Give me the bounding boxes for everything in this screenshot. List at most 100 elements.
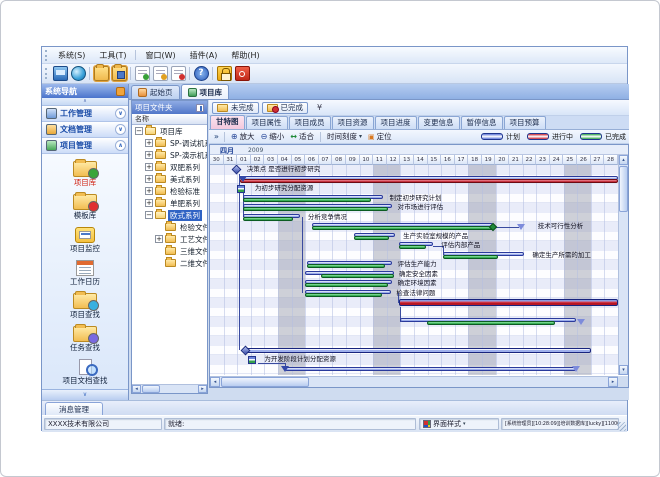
zoom-out-button[interactable]: 缩小: [258, 130, 288, 143]
tree-node-0[interactable]: −项目库: [132, 125, 207, 137]
gantt-bar[interactable]: [312, 223, 493, 230]
scroll-right-icon[interactable]: ▸: [198, 385, 207, 393]
gantt-bar[interactable]: [399, 299, 618, 306]
sidebar-item-5[interactable]: 任务查找: [42, 326, 128, 357]
sidebar-item-0[interactable]: 项目库: [42, 161, 128, 192]
content-tab-7[interactable]: 项目预算: [504, 116, 546, 129]
expand-icon[interactable]: +: [145, 199, 153, 207]
content-tab-4[interactable]: 项目进度: [375, 116, 417, 129]
sidebar-item-1[interactable]: 模板库: [42, 194, 128, 225]
time-scale-dropdown[interactable]: 时间刻度▾: [324, 130, 365, 143]
filter-button-1[interactable]: 已完成: [262, 102, 309, 114]
menu-item-1[interactable]: 工具(T): [92, 49, 133, 62]
locate-button[interactable]: 定位: [365, 130, 395, 143]
gantt-bar[interactable]: [354, 233, 395, 240]
tree-node-6[interactable]: +单肥系列: [132, 197, 207, 209]
expand-icon[interactable]: +: [145, 175, 153, 183]
expand-icon[interactable]: +: [145, 163, 153, 171]
vscroll-thumb[interactable]: [619, 166, 628, 212]
tree-node-4[interactable]: +美式系列: [132, 173, 207, 185]
gantt-bar[interactable]: [245, 347, 590, 354]
resize-grip[interactable]: [617, 422, 626, 431]
content-tab-2[interactable]: 项目成员: [289, 116, 331, 129]
report-delete-icon[interactable]: [171, 66, 186, 81]
sidebar-item-6[interactable]: 项目文档查找: [42, 359, 128, 390]
tree-node-3[interactable]: +双肥系列: [132, 161, 207, 173]
gantt-bar[interactable]: [243, 214, 300, 221]
expand-icon[interactable]: +: [145, 151, 153, 159]
tree-node-2[interactable]: +SP-演示机系列: [132, 149, 207, 161]
tree-node-8[interactable]: 检验文件: [132, 221, 207, 233]
gantt-bar[interactable]: [243, 195, 383, 202]
milestone-task-icon[interactable]: [237, 185, 245, 193]
menu-item-0[interactable]: 系统(S): [51, 49, 92, 62]
expand-icon[interactable]: +: [145, 187, 153, 195]
web-icon[interactable]: [71, 66, 86, 81]
chevron-down-icon[interactable]: ∨: [115, 124, 126, 135]
gantt-bar[interactable]: [285, 366, 576, 373]
ui-style-selector[interactable]: 界面样式▾: [419, 418, 499, 430]
zoom-in-button[interactable]: 放大: [228, 130, 258, 143]
scroll-left-icon[interactable]: ◂: [132, 385, 141, 393]
chevron-up-icon[interactable]: ∧: [115, 140, 126, 151]
content-tab-5[interactable]: 变更信息: [418, 116, 460, 129]
collapse-icon[interactable]: −: [135, 127, 143, 135]
sidebar-item-2[interactable]: 项目监控: [42, 227, 128, 258]
sidebar-group-1[interactable]: 文档管理∨: [42, 122, 128, 138]
milestone-task-icon[interactable]: [248, 356, 256, 364]
fit-button[interactable]: 适合: [287, 130, 317, 143]
sidebar-item-3[interactable]: 工作日历: [42, 260, 128, 291]
tree-node-11[interactable]: 二维文件: [132, 257, 207, 269]
content-tab-3[interactable]: 项目资源: [332, 116, 374, 129]
content-tab-1[interactable]: 项目属性: [246, 116, 288, 129]
document-tab-1[interactable]: 项目库: [181, 84, 230, 99]
pin-icon[interactable]: [196, 104, 204, 112]
tree-column-header[interactable]: 名称: [132, 114, 207, 125]
collapse-icon[interactable]: −: [145, 211, 153, 219]
gantt-bar[interactable]: [443, 252, 525, 259]
scroll-up-icon[interactable]: ▴: [619, 155, 628, 165]
chevron-down-icon[interactable]: ∨: [115, 108, 126, 119]
expand-icon[interactable]: +: [155, 235, 163, 243]
sidebar-bottom-strip[interactable]: ∨: [42, 389, 128, 400]
gantt-hscrollbar[interactable]: ◂ ▸: [210, 376, 618, 387]
filter-more-button[interactable]: ¥: [317, 103, 322, 112]
menu-item-3[interactable]: 插件(A): [183, 49, 225, 62]
report-open-icon[interactable]: [153, 66, 168, 81]
content-tab-6[interactable]: 暂停信息: [461, 116, 503, 129]
tree-node-5[interactable]: +检验标准: [132, 185, 207, 197]
tree-hscrollbar[interactable]: ◂ ▸: [132, 384, 207, 393]
gantt-vscrollbar[interactable]: ▴ ▾: [618, 155, 628, 375]
gantt-bar[interactable]: [400, 318, 575, 325]
gantt-bar[interactable]: [243, 204, 393, 211]
hscroll-thumb[interactable]: [221, 377, 309, 387]
document-tab-0[interactable]: 起始页: [131, 85, 180, 99]
gantt-bar[interactable]: [305, 280, 393, 287]
help-icon[interactable]: [194, 66, 209, 81]
scroll-down-icon[interactable]: ▾: [619, 365, 628, 375]
scroll-right-icon[interactable]: ▸: [608, 377, 618, 387]
expand-icon[interactable]: +: [145, 139, 153, 147]
tree-hscroll-thumb[interactable]: [142, 385, 160, 393]
gantt-bar[interactable]: [399, 242, 433, 249]
sidebar-group-0[interactable]: 工作管理∨: [42, 106, 128, 122]
gantt-bar[interactable]: [305, 271, 393, 278]
folder-open-icon[interactable]: [94, 66, 109, 81]
tree-node-1[interactable]: +SP-调试机系列: [132, 137, 207, 149]
gantt-bar[interactable]: [307, 261, 393, 268]
toolbar-overflow-button[interactable]: »: [212, 132, 221, 141]
sidebar-menu-button[interactable]: [116, 87, 125, 96]
gantt-bar[interactable]: [305, 290, 391, 297]
sidebar-collapse-strip[interactable]: ∧: [42, 98, 128, 106]
menu-item-2[interactable]: 窗口(W): [138, 49, 182, 62]
tree-node-10[interactable]: 三维文件: [132, 245, 207, 257]
report-new-icon[interactable]: [135, 66, 150, 81]
exit-icon[interactable]: [235, 66, 250, 81]
gantt-bar[interactable]: [240, 176, 618, 183]
tree-node-7[interactable]: −欧式系列: [132, 209, 207, 221]
content-tab-0[interactable]: 甘特图: [210, 115, 245, 129]
filter-button-0[interactable]: 未完成: [212, 102, 259, 114]
folder-view-icon[interactable]: [112, 66, 127, 81]
sidebar-group-2[interactable]: 项目管理∧: [42, 138, 128, 154]
lock-icon[interactable]: [217, 66, 232, 81]
